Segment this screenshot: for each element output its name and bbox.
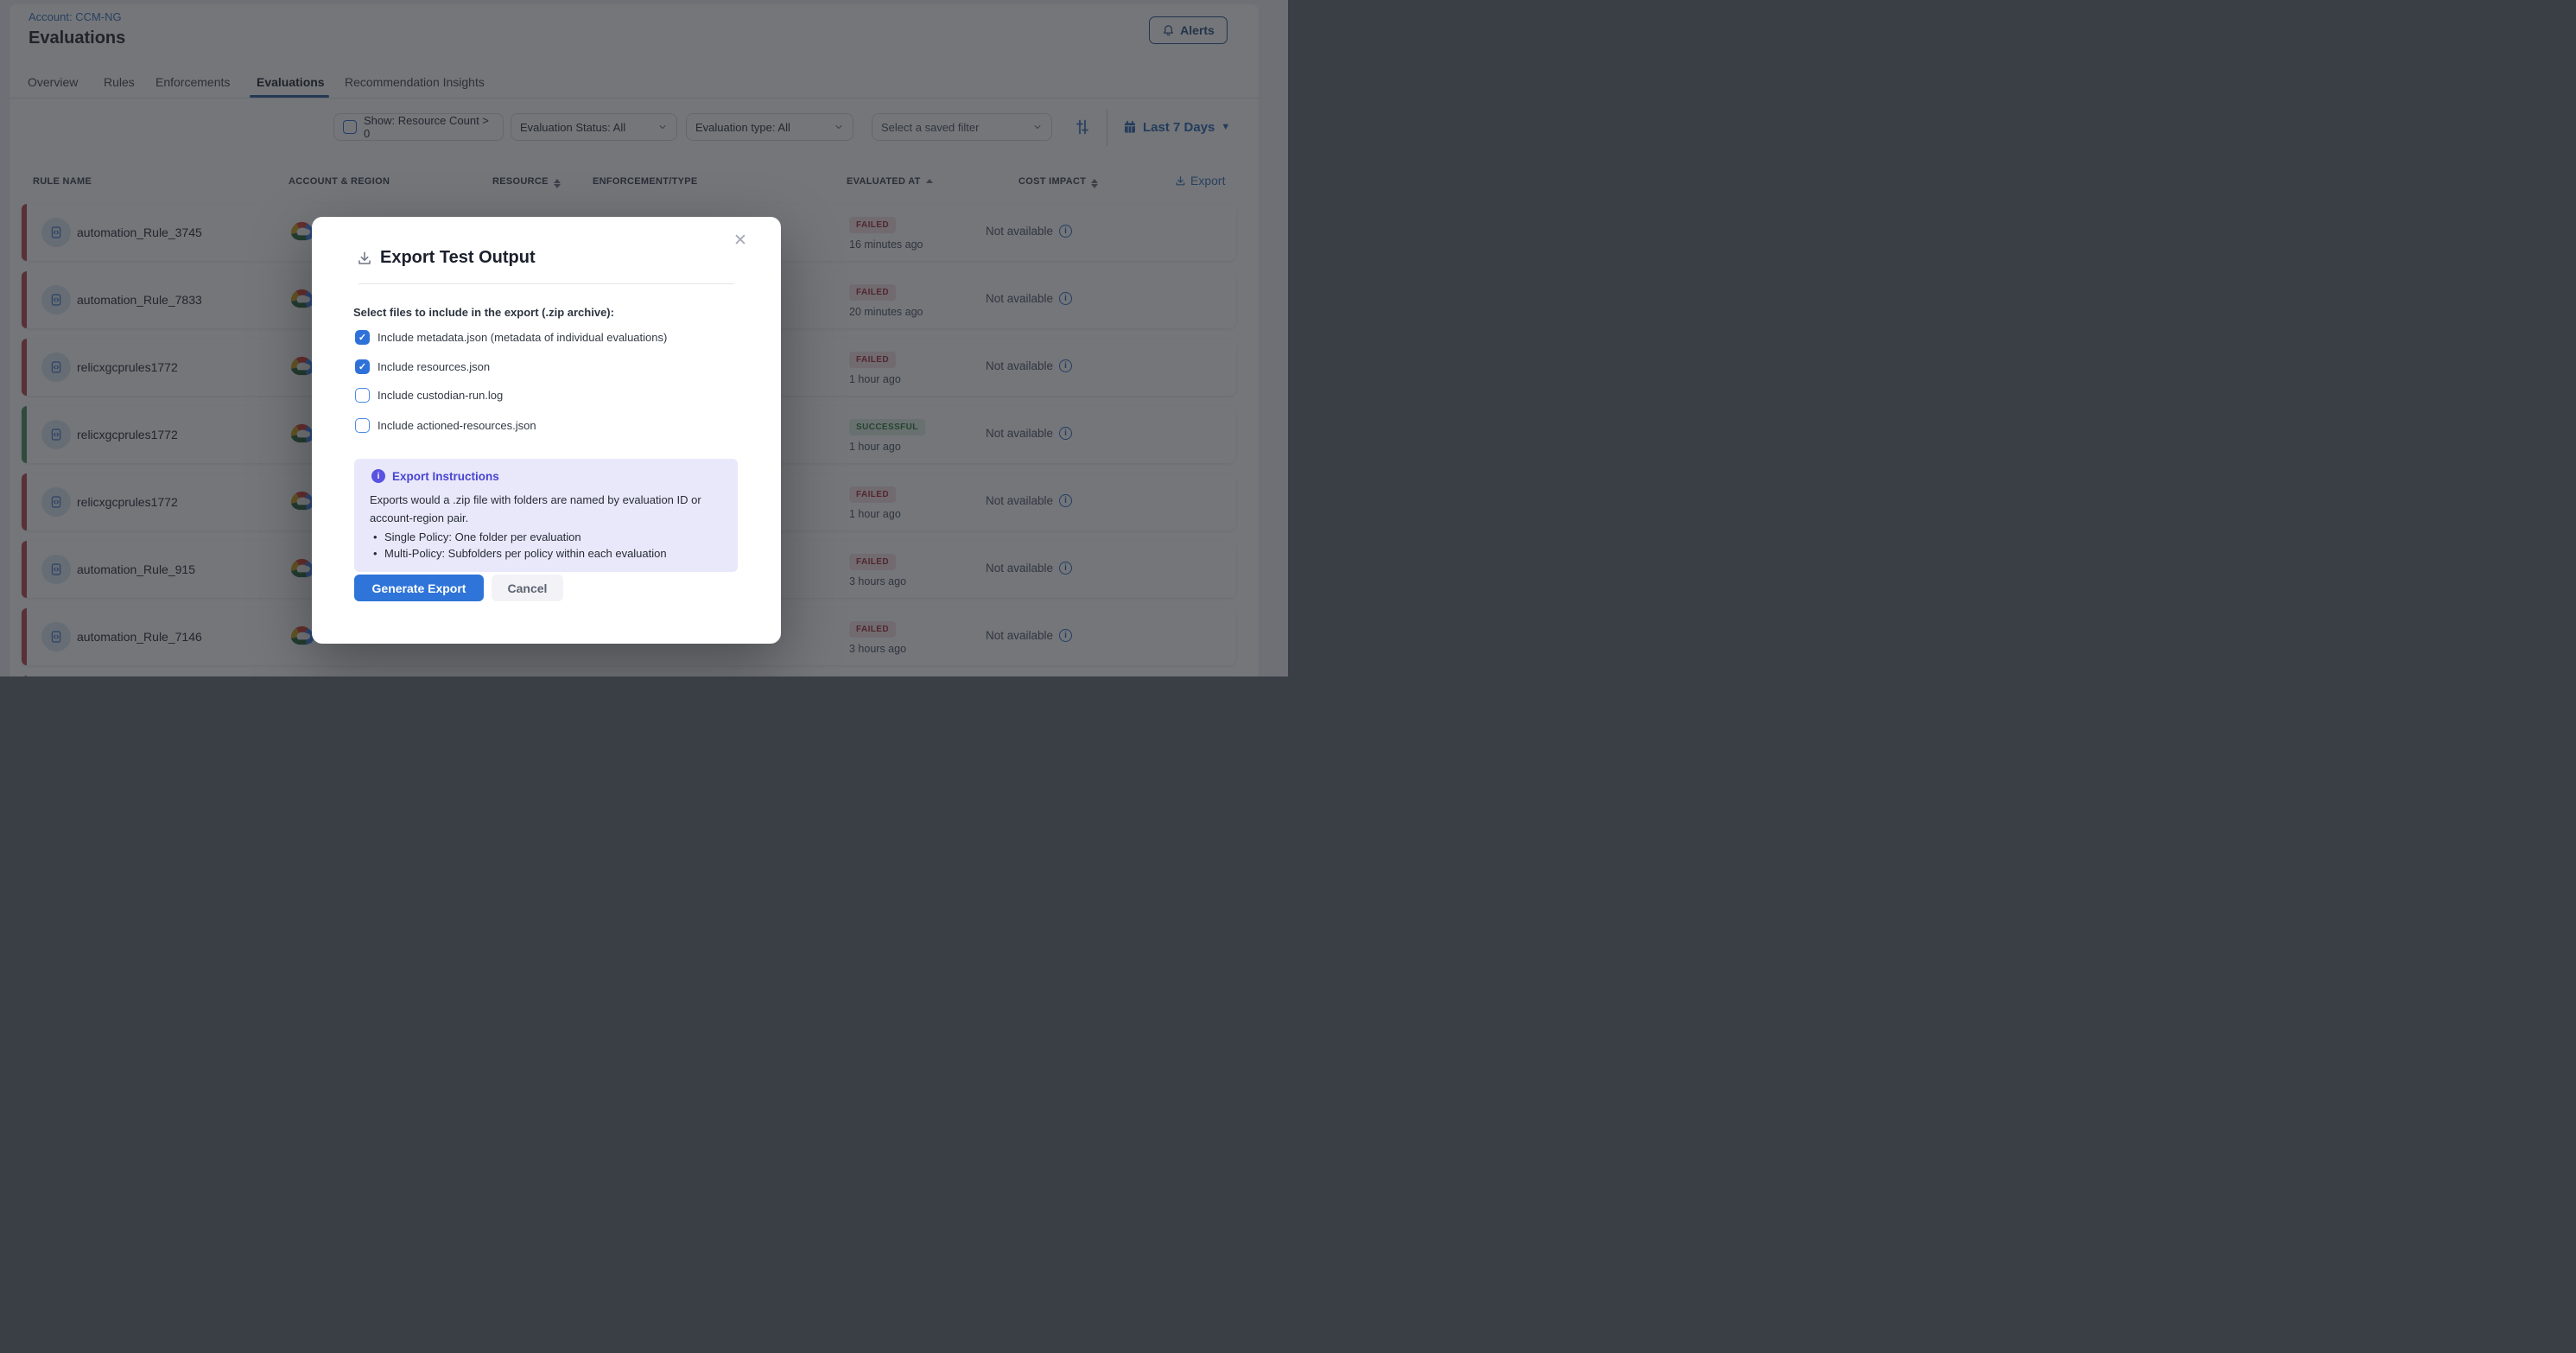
modal-title: Export Test Output [380, 248, 536, 268]
bullet-single-policy: Single Policy: One folder per evaluation [370, 530, 667, 546]
close-icon[interactable]: ✕ [730, 231, 751, 251]
instructions-title: Export Instructions [392, 470, 499, 483]
modal-divider [358, 283, 734, 284]
instructions-bullets: Single Policy: One folder per evaluation… [370, 530, 667, 562]
cancel-button[interactable]: Cancel [492, 575, 563, 601]
checkbox[interactable] [355, 418, 370, 433]
checkbox[interactable] [355, 388, 370, 403]
option-include-metadata[interactable]: Include metadata.json (metadata of indiv… [355, 330, 667, 345]
export-test-output-modal: ✕ Export Test Output Select files to inc… [312, 217, 781, 644]
export-instructions-box: i Export Instructions Exports would a .z… [354, 459, 738, 572]
download-icon [357, 251, 372, 266]
checkbox[interactable] [355, 359, 370, 374]
info-icon: i [371, 469, 385, 483]
checkbox[interactable] [355, 330, 370, 345]
instructions-body: Exports would a .zip file with folders a… [370, 491, 722, 527]
generate-export-button[interactable]: Generate Export [354, 575, 484, 601]
option-include-resources[interactable]: Include resources.json [355, 359, 490, 374]
select-files-label: Select files to include in the export (.… [353, 306, 614, 319]
bullet-multi-policy: Multi-Policy: Subfolders per policy with… [370, 546, 667, 562]
option-include-custodian-log[interactable]: Include custodian-run.log [355, 388, 503, 403]
evaluations-page: Account: CCM-NG Evaluations Alerts Overv… [0, 0, 1288, 676]
option-include-actioned-resources[interactable]: Include actioned-resources.json [355, 418, 536, 433]
